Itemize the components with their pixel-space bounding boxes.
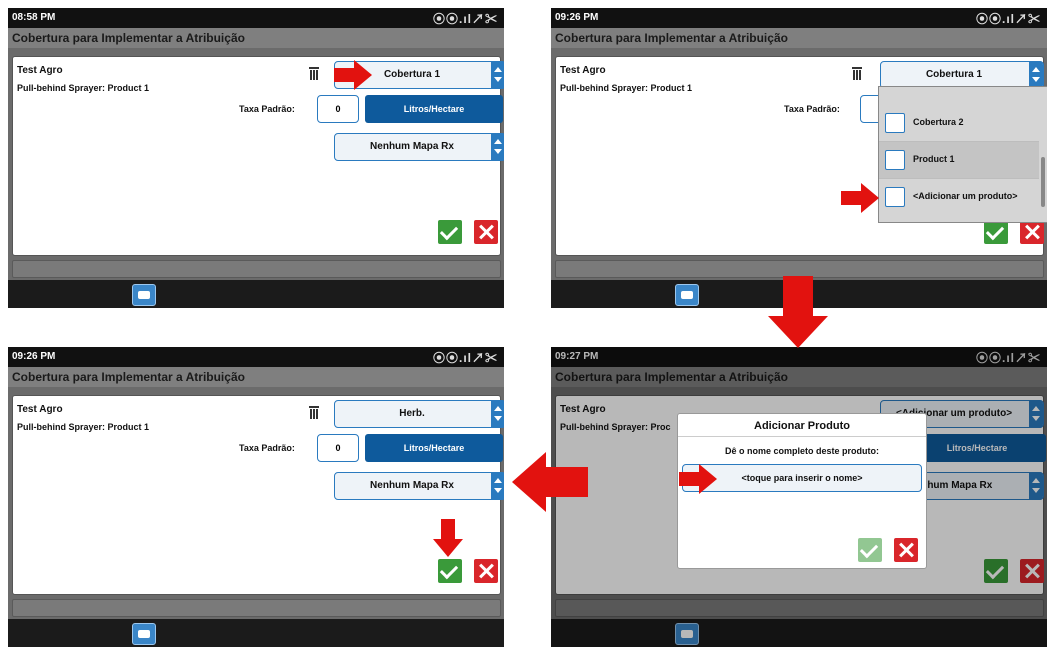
flow-arrow-left-icon <box>512 452 588 512</box>
bottom-bar <box>8 619 504 647</box>
rate-input[interactable]: 0 <box>317 434 359 462</box>
divider <box>678 436 926 437</box>
product-name-input[interactable]: <toque para inserir o nome> <box>682 464 922 492</box>
spinner-icon[interactable] <box>1029 61 1043 89</box>
assignment-panel: Test Agro Pull-behind Sprayer: Product 1… <box>12 56 504 256</box>
dialog-confirm-button[interactable] <box>858 538 882 562</box>
clock: 08:58 PM <box>12 12 56 23</box>
rate-label: Taxa Padrão: <box>784 104 840 114</box>
dropdown-item-label: Product 1 <box>913 154 955 164</box>
operator-name: Test Agro <box>17 404 63 415</box>
camera-icon[interactable] <box>132 284 156 306</box>
status-icons: ⦿⦿.ıl↗✂ <box>975 12 1041 26</box>
title-bar: Cobertura para Implementar a Atribuição <box>8 28 504 48</box>
status-bar: 09:26 PM ⦿⦿.ıl↗✂ <box>8 347 504 367</box>
product-dropdown-list: Cobertura 2 Product 1 <Adicionar um prod… <box>878 86 1047 223</box>
dropdown-item-label: Cobertura 2 <box>913 117 964 127</box>
trash-icon[interactable] <box>309 67 319 81</box>
machine-name: Pull-behind Sprayer: Product 1 <box>17 422 150 432</box>
confirm-button[interactable] <box>438 220 462 244</box>
cancel-button[interactable] <box>1020 220 1044 244</box>
trash-icon[interactable] <box>852 67 862 81</box>
operator-name: Test Agro <box>560 65 606 76</box>
screen-2: 09:26 PM ⦿⦿.ıl↗✂ Cobertura para Implemen… <box>551 8 1047 308</box>
lower-bar <box>12 260 501 278</box>
machine-name: Pull-behind Sprayer: Product 1 <box>17 83 150 93</box>
trash-icon[interactable] <box>309 406 319 420</box>
page-title: Cobertura para Implementar a Atribuição <box>12 370 245 384</box>
flow-arrow-down-icon <box>768 276 828 348</box>
dropdown-item[interactable]: Cobertura 2 <box>879 105 1039 142</box>
spinner-icon[interactable] <box>491 133 504 161</box>
product-select-value: Herb. <box>399 408 425 419</box>
checkbox[interactable] <box>885 113 905 133</box>
page-title: Cobertura para Implementar a Atribuição <box>555 31 788 45</box>
clock: 09:26 PM <box>12 351 56 362</box>
machine-name: Pull-behind Sprayer: Product 1 <box>560 83 693 93</box>
rx-map-select[interactable]: Nenhum Mapa Rx <box>334 133 504 161</box>
title-bar: Cobertura para Implementar a Atribuição <box>551 28 1047 48</box>
operator-name: Test Agro <box>17 65 63 76</box>
rx-map-value: Nenhum Mapa Rx <box>370 480 454 491</box>
scrollbar[interactable] <box>1041 157 1045 207</box>
assignment-panel: Test Agro Pull-behind Sprayer: Product 1… <box>12 395 504 595</box>
status-icons: ⦿⦿.ıl↗✂ <box>432 351 498 365</box>
rate-input[interactable]: 0 <box>317 95 359 123</box>
camera-icon[interactable] <box>675 284 699 306</box>
unit-button[interactable]: Litros/Hectare <box>365 434 503 462</box>
confirm-button[interactable] <box>438 559 462 583</box>
camera-icon[interactable] <box>132 623 156 645</box>
unit-button[interactable]: Litros/Hectare <box>365 95 503 123</box>
spinner-icon[interactable] <box>491 472 504 500</box>
checkbox[interactable] <box>885 150 905 170</box>
product-select-value: Cobertura 1 <box>925 69 983 80</box>
cancel-button[interactable] <box>474 559 498 583</box>
red-arrow-down-icon <box>433 519 463 557</box>
bottom-bar <box>8 280 504 308</box>
rate-label: Taxa Padrão: <box>239 104 295 114</box>
status-icons: ⦿⦿.ıl↗✂ <box>432 12 498 26</box>
rx-map-value: Nenhum Mapa Rx <box>370 141 454 152</box>
dropdown-item[interactable]: Product 1 <box>879 142 1039 179</box>
screen-3: 09:26 PM ⦿⦿.ıl↗✂ Cobertura para Implemen… <box>8 347 504 647</box>
page-title: Cobertura para Implementar a Atribuição <box>12 31 245 45</box>
confirm-button[interactable] <box>984 220 1008 244</box>
cancel-button[interactable] <box>474 220 498 244</box>
dropdown-item-label: <Adicionar um produto> <box>913 191 1018 201</box>
spinner-icon[interactable] <box>491 400 504 428</box>
clock: 09:26 PM <box>555 12 599 23</box>
rx-map-select[interactable]: Nenhum Mapa Rx <box>334 472 504 500</box>
dropdown-item[interactable]: <Adicionar um produto> <box>879 179 1039 215</box>
status-bar: 08:58 PM ⦿⦿.ıl↗✂ <box>8 8 504 28</box>
dialog-prompt: Dê o nome completo deste produto: <box>724 446 879 456</box>
spinner-icon[interactable] <box>491 61 504 89</box>
red-arrow-right-icon <box>679 464 717 494</box>
lower-bar <box>12 599 501 617</box>
product-select[interactable]: Cobertura 1 <box>880 61 1044 89</box>
screen-1: 08:58 PM ⦿⦿.ıl↗✂ Cobertura para Implemen… <box>8 8 504 308</box>
status-bar: 09:26 PM ⦿⦿.ıl↗✂ <box>551 8 1047 28</box>
red-arrow-right-icon <box>334 60 372 90</box>
rate-label: Taxa Padrão: <box>239 443 295 453</box>
checkbox[interactable] <box>885 187 905 207</box>
dialog-title: Adicionar Produto <box>754 420 850 432</box>
product-select[interactable]: Herb. <box>334 400 504 428</box>
red-arrow-right-icon <box>841 183 879 213</box>
dialog-cancel-button[interactable] <box>894 538 918 562</box>
screen-4: 09:27 PM ⦿⦿.ıl↗✂ Cobertura para Implemen… <box>551 347 1047 647</box>
title-bar: Cobertura para Implementar a Atribuição <box>8 367 504 387</box>
